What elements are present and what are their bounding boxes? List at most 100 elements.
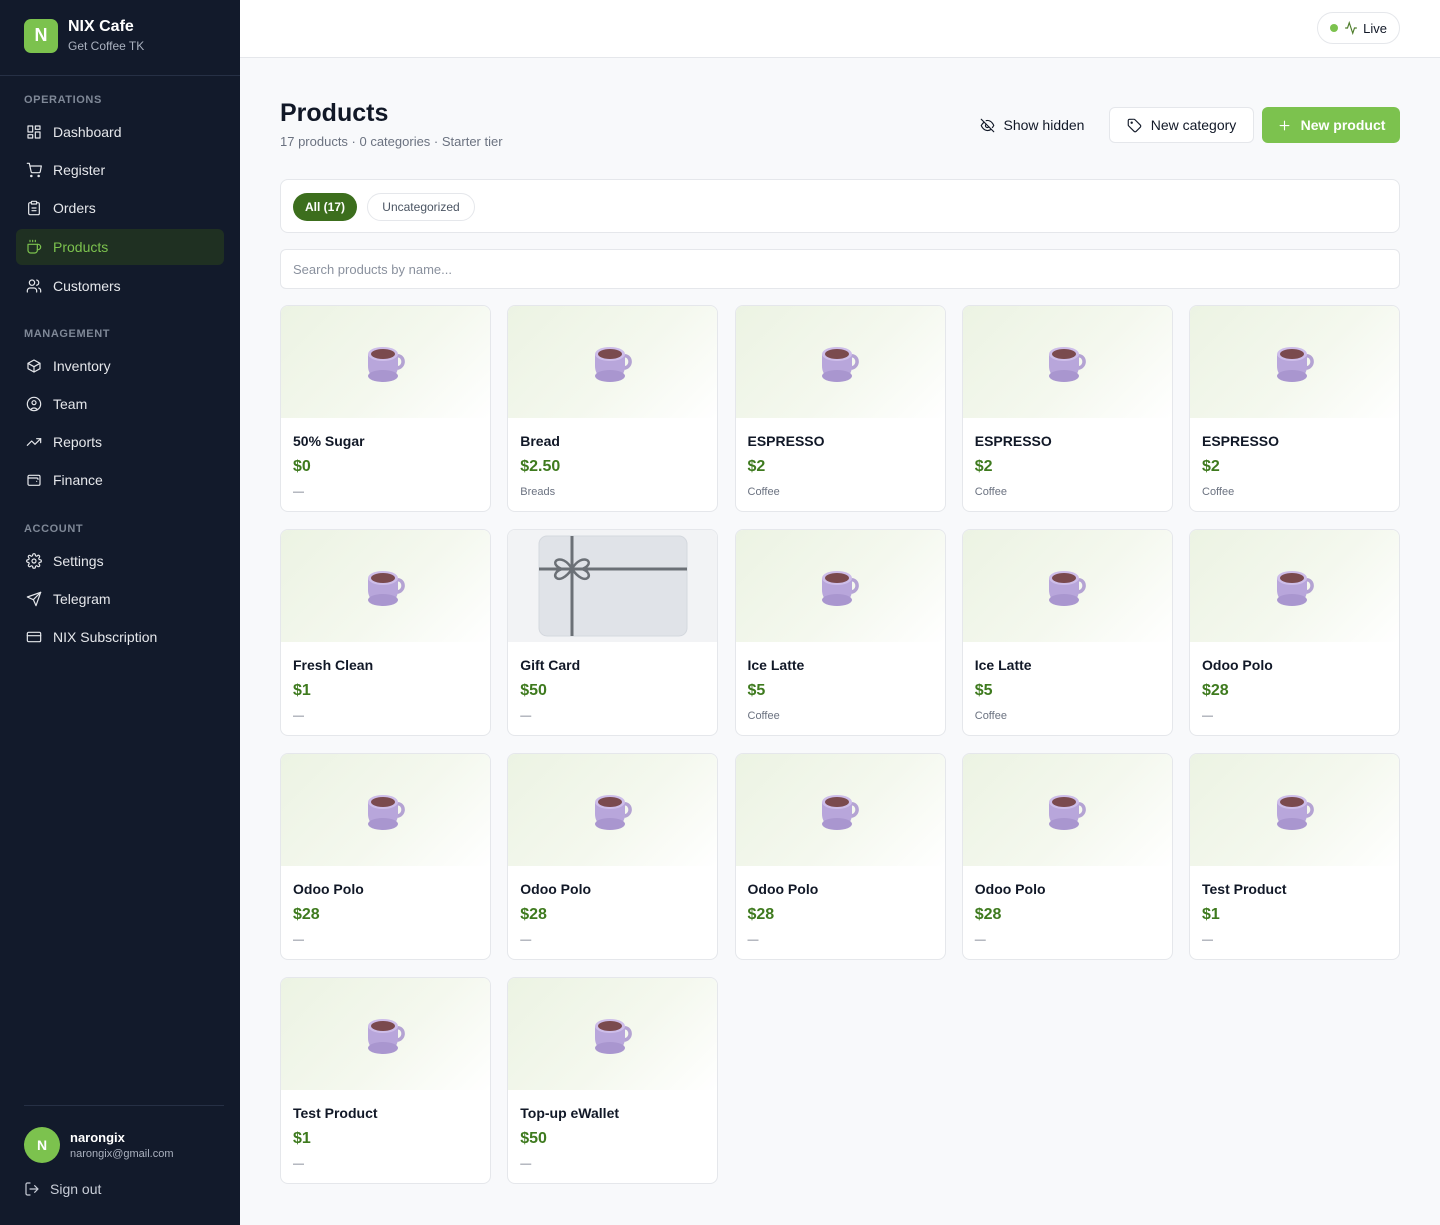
sidebar-item-label: Orders [53,200,96,216]
product-name: Test Product [1202,881,1287,897]
product-price: $28 [293,906,320,923]
search-input[interactable] [280,249,1400,289]
user-name: narongix [70,1130,125,1145]
product-price: $28 [974,906,1002,923]
product-category: Coffee [747,486,780,498]
brand-name: NIX Cafe [68,18,134,35]
brand-logo: N [24,18,58,53]
sidebar-item-reports[interactable]: Reports [16,424,224,460]
product-card[interactable]: Odoo Polo $28 — [1189,529,1400,736]
user-profile[interactable]: N narongix narongix@gmail.com [24,1127,174,1163]
coffee-cup-icon [367,347,405,382]
sidebar-item-finance[interactable]: Finance [16,462,224,498]
sidebar-item-customers[interactable]: Customers [16,268,224,304]
users-icon [25,277,43,295]
brand[interactable]: N NIX Cafe Get Coffee TK [24,18,144,53]
sidebar-item-subscription[interactable]: NIX Subscription [16,619,224,655]
product-card[interactable]: ESPRESSO $2 Coffee [734,305,946,512]
product-price: $50 [520,1130,547,1147]
product-name: Top-up eWallet [520,1105,620,1121]
product-category: — [293,1158,304,1170]
product-card[interactable]: Fresh Clean $1 — [280,529,491,736]
sidebar-item-settings[interactable]: Settings [16,543,224,579]
sidebar-item-telegram[interactable]: Telegram [16,581,224,617]
product-name: ESPRESSO [747,433,825,449]
activity-icon [1345,21,1357,35]
product-card[interactable]: Gift Card $50 — [507,529,719,736]
sign-out-button[interactable]: Sign out [24,1181,101,1197]
sidebar-item-label: Team [53,396,88,412]
product-card[interactable]: Odoo Polo $28 — [507,753,719,960]
coffee-cup-icon [1049,795,1086,830]
product-card[interactable]: 50% Sugar $0 — [280,305,491,512]
send-icon [25,590,43,608]
product-image [508,978,718,1090]
filter-chip-all[interactable]: All (17) [293,193,357,221]
brand-subtitle: Get Coffee TK [68,39,145,53]
product-card[interactable]: Test Product $1 — [1189,753,1400,960]
sidebar: N NIX Cafe Get Coffee TK OPERATIONS Dash… [0,0,240,1225]
coffee-cup-icon [367,1019,405,1054]
product-card[interactable]: Odoo Polo $28 — [961,753,1173,960]
coffee-cup-icon [1276,347,1314,382]
product-image [508,754,718,866]
product-card[interactable]: Test Product $1 — [280,977,491,1184]
topbar: Live [240,0,1440,58]
product-price: $0 [293,458,311,475]
coffee-cup-icon [1049,571,1086,606]
product-card[interactable]: Top-up eWallet $50 — [507,977,719,1184]
product-image [735,306,945,418]
new-product-label: New product [1300,117,1386,133]
category-filter-bar: All (17) Uncategorized [280,179,1400,233]
product-price: $28 [747,906,775,923]
product-category: — [293,934,304,946]
sidebar-item-label: Customers [53,278,121,294]
new-product-button[interactable]: New product [1262,107,1400,143]
filter-chip-uncategorized[interactable]: Uncategorized [367,193,475,221]
product-image [962,306,1172,418]
product-price: $2 [1202,458,1220,475]
product-name: Ice Latte [747,657,805,673]
product-category: Coffee [1202,486,1235,498]
avatar: N [24,1127,60,1163]
product-price: $28 [520,906,547,923]
product-image [281,306,490,418]
sidebar-item-dashboard[interactable]: Dashboard [16,114,224,150]
product-category: — [293,486,304,498]
coffee-cup-icon [594,1019,632,1054]
product-card[interactable]: Odoo Polo $28 — [280,753,491,960]
coffee-cup-icon [594,347,632,382]
product-card[interactable]: Ice Latte $5 Coffee [734,529,946,736]
user-text: narongix narongix@gmail.com [70,1130,174,1160]
show-hidden-label: Show hidden [1003,117,1085,133]
product-category: Coffee [747,710,780,722]
live-status-pill[interactable]: Live [1317,12,1400,44]
product-card[interactable]: Bread $2.50 Breads [507,305,719,512]
trend-up-icon [25,433,43,451]
sign-out-icon [25,1182,39,1196]
new-category-label: New category [1150,117,1237,133]
sidebar-item-orders[interactable]: Orders [16,190,224,226]
product-image [1190,306,1399,418]
sidebar-item-team[interactable]: Team [16,386,224,422]
product-price: $2 [747,458,766,475]
tag-icon [1127,118,1142,132]
product-card[interactable]: Odoo Polo $28 — [734,753,946,960]
new-category-button[interactable]: New category [1109,107,1254,143]
product-category: Breads [520,486,556,498]
dashboard-icon [25,123,43,141]
gear-icon [25,552,43,570]
product-category: — [1202,934,1213,946]
product-card[interactable]: ESPRESSO $2 Coffee [1189,305,1400,512]
product-image [1190,754,1399,866]
coffee-cup-icon [1276,571,1314,606]
sidebar-item-register[interactable]: Register [16,152,224,188]
product-category: Coffee [974,486,1007,498]
product-image [1190,530,1399,642]
sidebar-item-products[interactable]: Products [16,229,224,265]
show-hidden-button[interactable]: Show hidden [968,107,1096,143]
product-card[interactable]: ESPRESSO $2 Coffee [961,305,1173,512]
box-icon [25,357,43,375]
sidebar-item-inventory[interactable]: Inventory [16,348,224,384]
product-card[interactable]: Ice Latte $5 Coffee [961,529,1173,736]
